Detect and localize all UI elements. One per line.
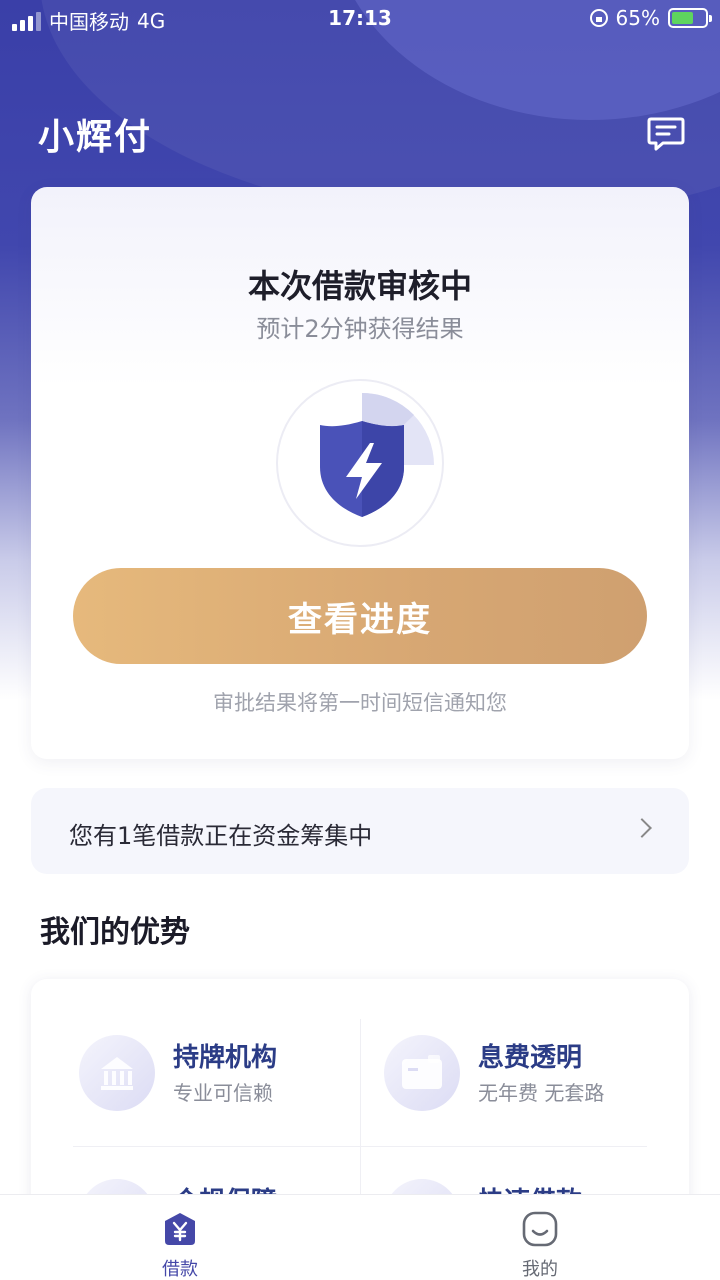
- rotation-lock-icon: [589, 9, 608, 27]
- battery-percent: 65%: [615, 6, 660, 30]
- advantage-subtitle: 无年费 无套路: [478, 1081, 605, 1105]
- advantages-title: 我们的优势: [40, 915, 190, 950]
- loan-funding-notice[interactable]: 您有1笔借款正在资金筹集中: [31, 788, 689, 874]
- advantage-subtitle: 专业可信赖: [173, 1081, 273, 1105]
- review-subtitle: 预计2分钟获得结果: [256, 315, 464, 343]
- tab-bar: 借款 我的: [0, 1194, 720, 1280]
- wallet-icon: [384, 1035, 460, 1111]
- review-status-card: 本次借款审核中 预计2分钟获得结果 查看进度 审批结果将第一时间短信通知您: [31, 187, 689, 759]
- advantage-item-transparent-fees: 息费透明 无年费 无套路: [384, 1035, 684, 1155]
- tab-label: 借款: [162, 1259, 198, 1280]
- status-bar-right: 65%: [589, 6, 712, 30]
- battery-icon: [668, 8, 712, 28]
- yen-icon: [165, 1213, 195, 1245]
- status-bar: 中国移动 4G 17:13 65%: [0, 0, 720, 40]
- sms-notice: 审批结果将第一时间短信通知您: [213, 691, 507, 715]
- bank-icon: [79, 1035, 155, 1111]
- message-icon: [647, 117, 685, 151]
- app-title: 小辉付: [38, 117, 153, 158]
- shield-lightning-icon: [320, 392, 434, 517]
- review-illustration: [276, 379, 444, 547]
- loan-notice-text: 您有1笔借款正在资金筹集中: [69, 822, 373, 850]
- tab-loan[interactable]: 借款: [0, 1195, 360, 1280]
- tab-label: 我的: [522, 1259, 558, 1280]
- view-progress-button[interactable]: 查看进度: [73, 568, 647, 664]
- tab-mine[interactable]: 我的: [360, 1195, 720, 1280]
- advantage-title: 息费透明: [478, 1043, 583, 1073]
- smiley-icon: [522, 1211, 558, 1247]
- review-title: 本次借款审核中: [247, 267, 472, 305]
- advantage-item-licensed: 持牌机构 专业可信赖: [79, 1035, 379, 1155]
- chevron-right-icon: [632, 818, 652, 838]
- advantage-title: 持牌机构: [173, 1043, 278, 1073]
- message-button[interactable]: [646, 113, 686, 153]
